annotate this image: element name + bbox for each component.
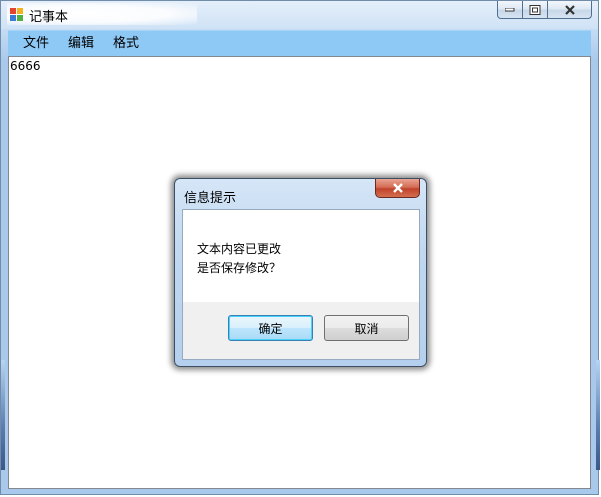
editor-content: 6666 bbox=[10, 59, 41, 73]
ok-button[interactable]: 确定 bbox=[228, 315, 313, 341]
restore-icon bbox=[529, 4, 541, 15]
window-edge-right bbox=[596, 360, 600, 470]
menu-bar: 文件 编辑 格式 bbox=[8, 30, 591, 56]
minimize-icon bbox=[505, 7, 515, 11]
app-icon[interactable] bbox=[10, 8, 23, 21]
dialog-title: 信息提示 bbox=[184, 191, 237, 206]
dialog-footer: 确定 取消 bbox=[183, 302, 419, 359]
dialog-message: 文本内容已更改 是否保存修改？ bbox=[197, 240, 281, 278]
dialog-body: 文本内容已更改 是否保存修改？ 确定 取消 bbox=[182, 209, 420, 360]
message-line-2: 是否保存修改？ bbox=[197, 261, 282, 275]
restore-button[interactable] bbox=[523, 1, 548, 19]
title-bar[interactable]: 记事本 bbox=[1, 1, 598, 29]
menu-file[interactable]: 文件 bbox=[15, 33, 57, 55]
close-icon bbox=[392, 183, 403, 193]
message-line-1: 文本内容已更改 bbox=[197, 242, 282, 256]
menu-format[interactable]: 格式 bbox=[105, 33, 147, 55]
dialog-close-button[interactable] bbox=[375, 179, 420, 198]
window-title: 记事本 bbox=[29, 10, 69, 25]
message-dialog: 信息提示 文本内容已更改 是否保存修改？ 确定 取消 bbox=[174, 178, 427, 367]
minimize-button[interactable] bbox=[497, 1, 523, 19]
caption-buttons bbox=[497, 1, 592, 20]
cancel-button[interactable]: 取消 bbox=[324, 315, 409, 341]
close-button[interactable] bbox=[548, 1, 592, 19]
close-icon bbox=[564, 4, 575, 15]
menu-edit[interactable]: 编辑 bbox=[60, 33, 102, 55]
window-edge-left bbox=[1, 360, 5, 470]
